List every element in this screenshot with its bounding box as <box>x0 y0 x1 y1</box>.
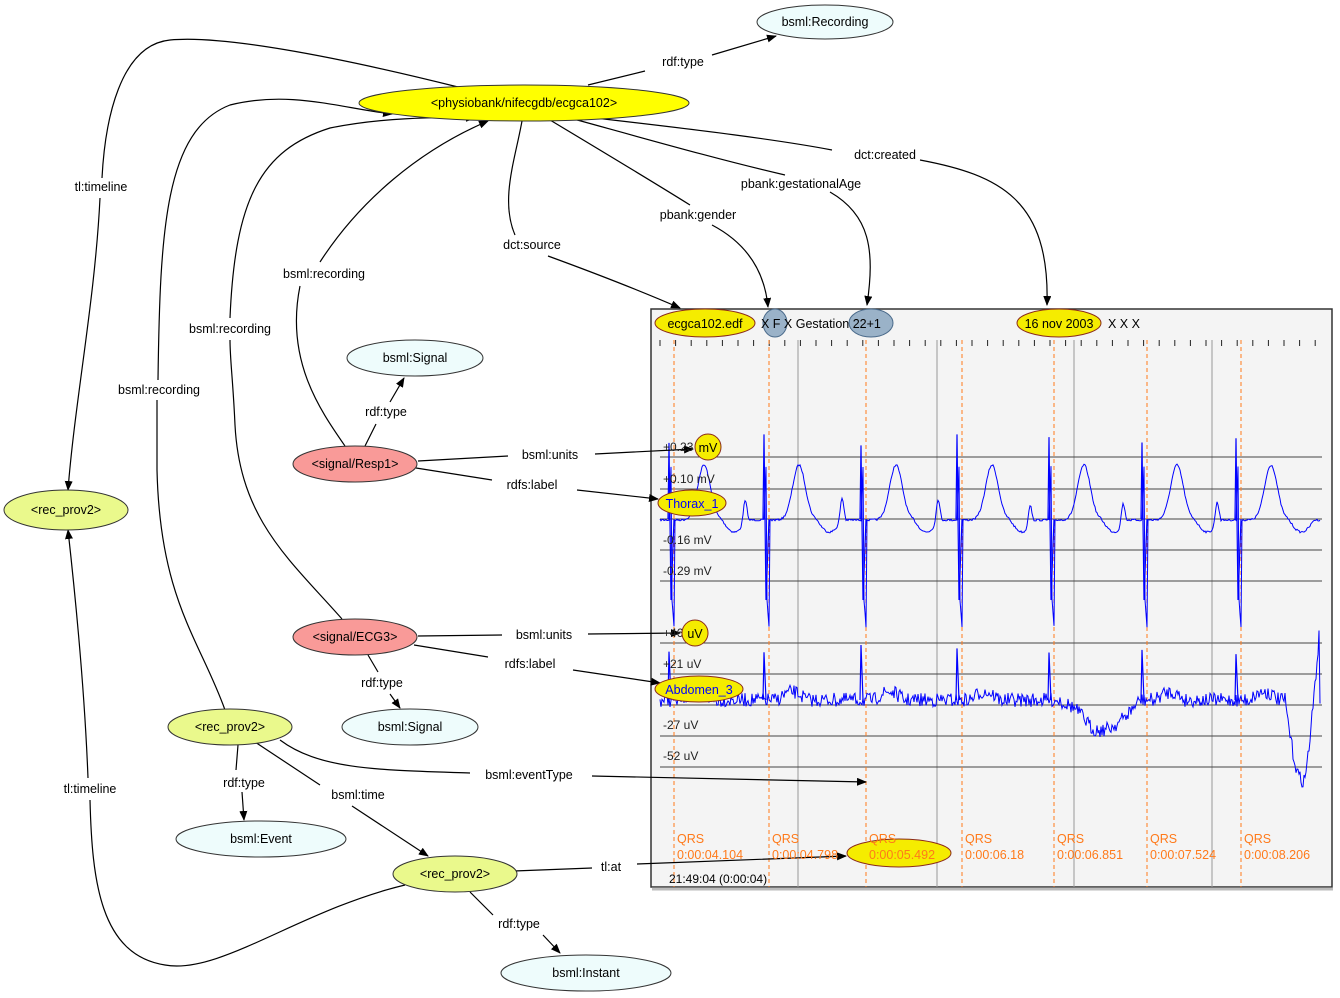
node-label: bsml:Signal <box>378 720 443 734</box>
qrs-label: QRS <box>869 832 896 846</box>
edge-label: rdf:type <box>223 776 265 790</box>
scale-label: +46 <box>663 626 684 640</box>
qrs-label: QRS <box>677 832 704 846</box>
header-info: X F X Gestation 22+1 <box>761 317 881 331</box>
qrs-label: QRS <box>1150 832 1177 846</box>
qrs-label: QRS <box>772 832 799 846</box>
edge-label: bsml:units <box>516 628 572 642</box>
recording-date: 16 nov 2003 <box>1025 317 1094 331</box>
edge-label: bsml:recording <box>283 267 365 281</box>
qrs-time: 0:00:04.104 <box>677 848 743 862</box>
qrs-label: QRS <box>965 832 992 846</box>
scale-label: +0.10 mV <box>663 472 715 486</box>
ecg-panel <box>650 308 1333 891</box>
node-bsml-instant[interactable]: bsml:Instant <box>500 954 672 992</box>
edge-label: rdf:type <box>498 917 540 931</box>
node-label: <rec_prov2> <box>31 503 101 517</box>
edge-label: bsml:eventType <box>485 768 573 782</box>
node-label: <physiobank/nifecgdb/ecgca102> <box>431 96 617 110</box>
node-label: <rec_prov2> <box>420 867 490 881</box>
node-signal-resp1[interactable]: <signal/Resp1> <box>292 445 418 483</box>
edge-label: tl:timeline <box>64 782 117 796</box>
node-physiobank-recording[interactable]: <physiobank/nifecgdb/ecgca102> <box>358 84 690 122</box>
edge-label: bsml:units <box>522 448 578 462</box>
qrs-label: QRS <box>1244 832 1271 846</box>
node-rec-prov2-event[interactable]: <rec_prov2> <box>167 708 293 746</box>
qrs-time: 0:00:06.18 <box>965 848 1024 862</box>
scale-label: -52 uV <box>663 749 698 763</box>
scale-label: -0.16 mV <box>663 533 712 547</box>
edge-bsml-recording-event <box>156 98 392 711</box>
rdf-graph-diagram: rdf:type dct:created pbank:gestationalAg… <box>3 4 1333 992</box>
signal-label-thorax: Thorax_1 <box>666 497 719 511</box>
edge-label: tl:at <box>601 860 622 874</box>
edge-label: rdf:type <box>361 676 403 690</box>
node-bsml-signal-1[interactable]: bsml:Signal <box>346 339 484 377</box>
start-time: 21:49:04 (0:00:04) <box>669 872 767 886</box>
qrs-time: 0:00:06.851 <box>1057 848 1123 862</box>
edge-dct-source <box>508 120 680 308</box>
scale-label: -0.29 mV <box>663 564 712 578</box>
edge-label: bsml:recording <box>118 383 200 397</box>
node-rec-prov2-timeline[interactable]: <rec_prov2> <box>3 489 129 531</box>
edge-label: pbank:gender <box>660 208 736 222</box>
signal-label-abdomen: Abdomen_3 <box>665 683 732 697</box>
qrs-label: QRS <box>1057 832 1084 846</box>
scale-label: -27 uV <box>663 718 698 732</box>
edge-label: rdfs:label <box>505 657 556 671</box>
edge-label: rdf:type <box>662 55 704 69</box>
node-label: <rec_prov2> <box>195 720 265 734</box>
node-label: bsml:Recording <box>782 15 869 29</box>
node-label: bsml:Instant <box>552 966 620 980</box>
edge-label: tl:timeline <box>75 180 128 194</box>
qrs-time: 0:00:07.524 <box>1150 848 1216 862</box>
node-signal-ecg3[interactable]: <signal/ECG3> <box>292 618 418 656</box>
edge-tl-timeline-bottom <box>68 530 406 967</box>
edge-label: pbank:gestationalAge <box>741 177 861 191</box>
node-bsml-signal-2[interactable]: bsml:Signal <box>341 708 479 746</box>
file-name: ecgca102.edf <box>667 317 743 331</box>
edge-label: dct:source <box>503 238 561 252</box>
qrs-time: 0:00:08.206 <box>1244 848 1310 862</box>
node-label: <signal/ECG3> <box>313 630 398 644</box>
scale-label: +0.23 <box>663 440 694 454</box>
node-rec-prov2-instant[interactable]: <rec_prov2> <box>392 855 518 893</box>
panel-background <box>650 308 1333 888</box>
node-label: bsml:Signal <box>383 351 448 365</box>
qrs-time: 0:00:05.492 <box>869 848 935 862</box>
edge-label: rdf:type <box>365 405 407 419</box>
scale-label: +21 uV <box>663 657 701 671</box>
qrs-time: 0:00:04.798 <box>772 848 838 862</box>
edge-label: bsml:time <box>331 788 385 802</box>
units-mv: mV <box>699 441 718 455</box>
header-tail: X X X <box>1108 317 1141 331</box>
edge-label: rdfs:label <box>507 478 558 492</box>
node-label: <signal/Resp1> <box>312 457 399 471</box>
node-bsml-event[interactable]: bsml:Event <box>175 820 347 858</box>
units-uv: uV <box>687 627 703 641</box>
node-bsml-recording[interactable]: bsml:Recording <box>756 4 894 40</box>
edge-label: dct:created <box>854 148 916 162</box>
node-label: bsml:Event <box>230 832 292 846</box>
edge-label: bsml:recording <box>189 322 271 336</box>
